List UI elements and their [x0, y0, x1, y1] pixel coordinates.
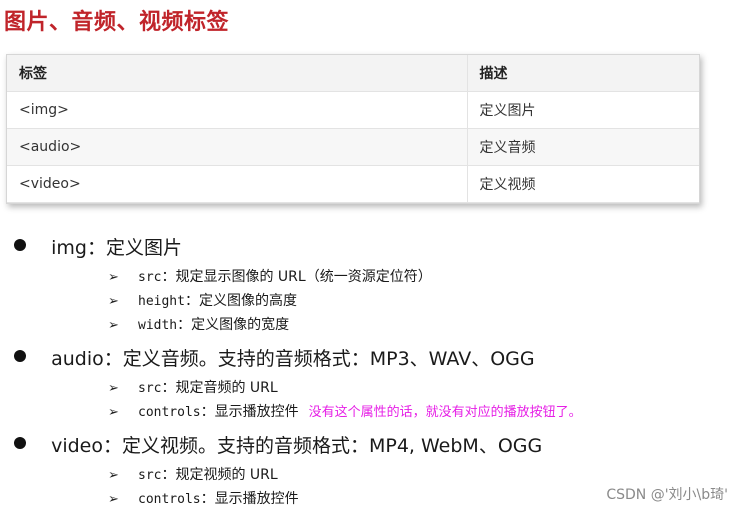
- attribute-text: ：定义图像的高度: [184, 293, 297, 309]
- attribute-code: src: [138, 468, 162, 483]
- section-heading: img：定义图片: [51, 237, 182, 259]
- arrow-bullet-icon: ➢: [108, 318, 119, 333]
- arrow-bullet-icon: ➢: [108, 270, 119, 285]
- arrow-bullet-icon: ➢: [108, 492, 119, 507]
- bullet-icon: [14, 238, 26, 251]
- attribute-text: ：显示播放控件: [200, 491, 299, 507]
- cell-tag: <img>: [7, 91, 467, 129]
- list-item: ➢ src：规定音频的 URL: [108, 377, 278, 397]
- tag-table: 标签 描述 <img> 定义图片 <audio> 定义音频 <video> 定义…: [6, 54, 700, 204]
- bullet-icon: [14, 349, 26, 362]
- annotation-note: 没有这个属性的话，就没有对应的播放按钮了。: [308, 405, 582, 420]
- attribute-code: controls: [138, 492, 201, 507]
- arrow-bullet-icon: ➢: [108, 381, 119, 396]
- list-item: ➢ width：定义图像的宽度: [108, 314, 289, 334]
- list-item: ➢ src：规定显示图像的 URL（统一资源定位符）: [108, 266, 432, 286]
- section-heading: audio：定义音频。支持的音频格式：MP3、WAV、OGG: [51, 348, 535, 370]
- table-header-row: 标签 描述: [7, 55, 699, 92]
- cell-description: 定义视频: [466, 165, 699, 203]
- bullet-icon: [14, 436, 26, 449]
- section-img: img：定义图片: [14, 233, 182, 260]
- attribute-code: controls: [138, 405, 201, 420]
- header-description: 描述: [466, 55, 699, 92]
- cell-tag: <audio>: [7, 128, 467, 166]
- list-item: ➢ src：规定视频的 URL: [108, 464, 278, 484]
- table-row: <img> 定义图片: [7, 91, 699, 129]
- list-item: ➢ height：定义图像的高度: [108, 290, 297, 310]
- page-title: 图片、音频、视频标签: [4, 10, 230, 35]
- section-audio: audio：定义音频。支持的音频格式：MP3、WAV、OGG: [14, 344, 535, 371]
- attribute-code: src: [138, 381, 162, 396]
- list-item: ➢ controls：显示播放控件: [108, 488, 299, 508]
- attribute-text: ：规定显示图像的 URL（统一资源定位符）: [161, 269, 432, 285]
- arrow-bullet-icon: ➢: [108, 468, 119, 483]
- cell-tag: <video>: [7, 165, 467, 203]
- attribute-code: width: [138, 318, 178, 333]
- watermark: CSDN @'刘小\b琦': [606, 487, 728, 503]
- section-video: video：定义视频。支持的音频格式：MP4, WebM、OGG: [14, 431, 542, 458]
- arrow-bullet-icon: ➢: [108, 405, 119, 420]
- attribute-code: src: [138, 270, 162, 285]
- header-tag: 标签: [7, 55, 467, 92]
- table-row: <audio> 定义音频: [7, 128, 699, 166]
- cell-description: 定义图片: [466, 91, 699, 129]
- cell-description: 定义音频: [466, 128, 699, 166]
- attribute-text: ：显示播放控件: [200, 404, 299, 420]
- arrow-bullet-icon: ➢: [108, 294, 119, 309]
- attribute-text: ：定义图像的宽度: [177, 317, 290, 333]
- attribute-code: height: [138, 294, 185, 309]
- list-item: ➢ controls：显示播放控件 没有这个属性的话，就没有对应的播放按钮了。: [108, 401, 582, 421]
- attribute-text: ：规定视频的 URL: [161, 467, 278, 483]
- section-heading: video：定义视频。支持的音频格式：MP4, WebM、OGG: [51, 435, 543, 457]
- table-row: <video> 定义视频: [7, 165, 699, 203]
- attribute-text: ：规定音频的 URL: [161, 380, 278, 396]
